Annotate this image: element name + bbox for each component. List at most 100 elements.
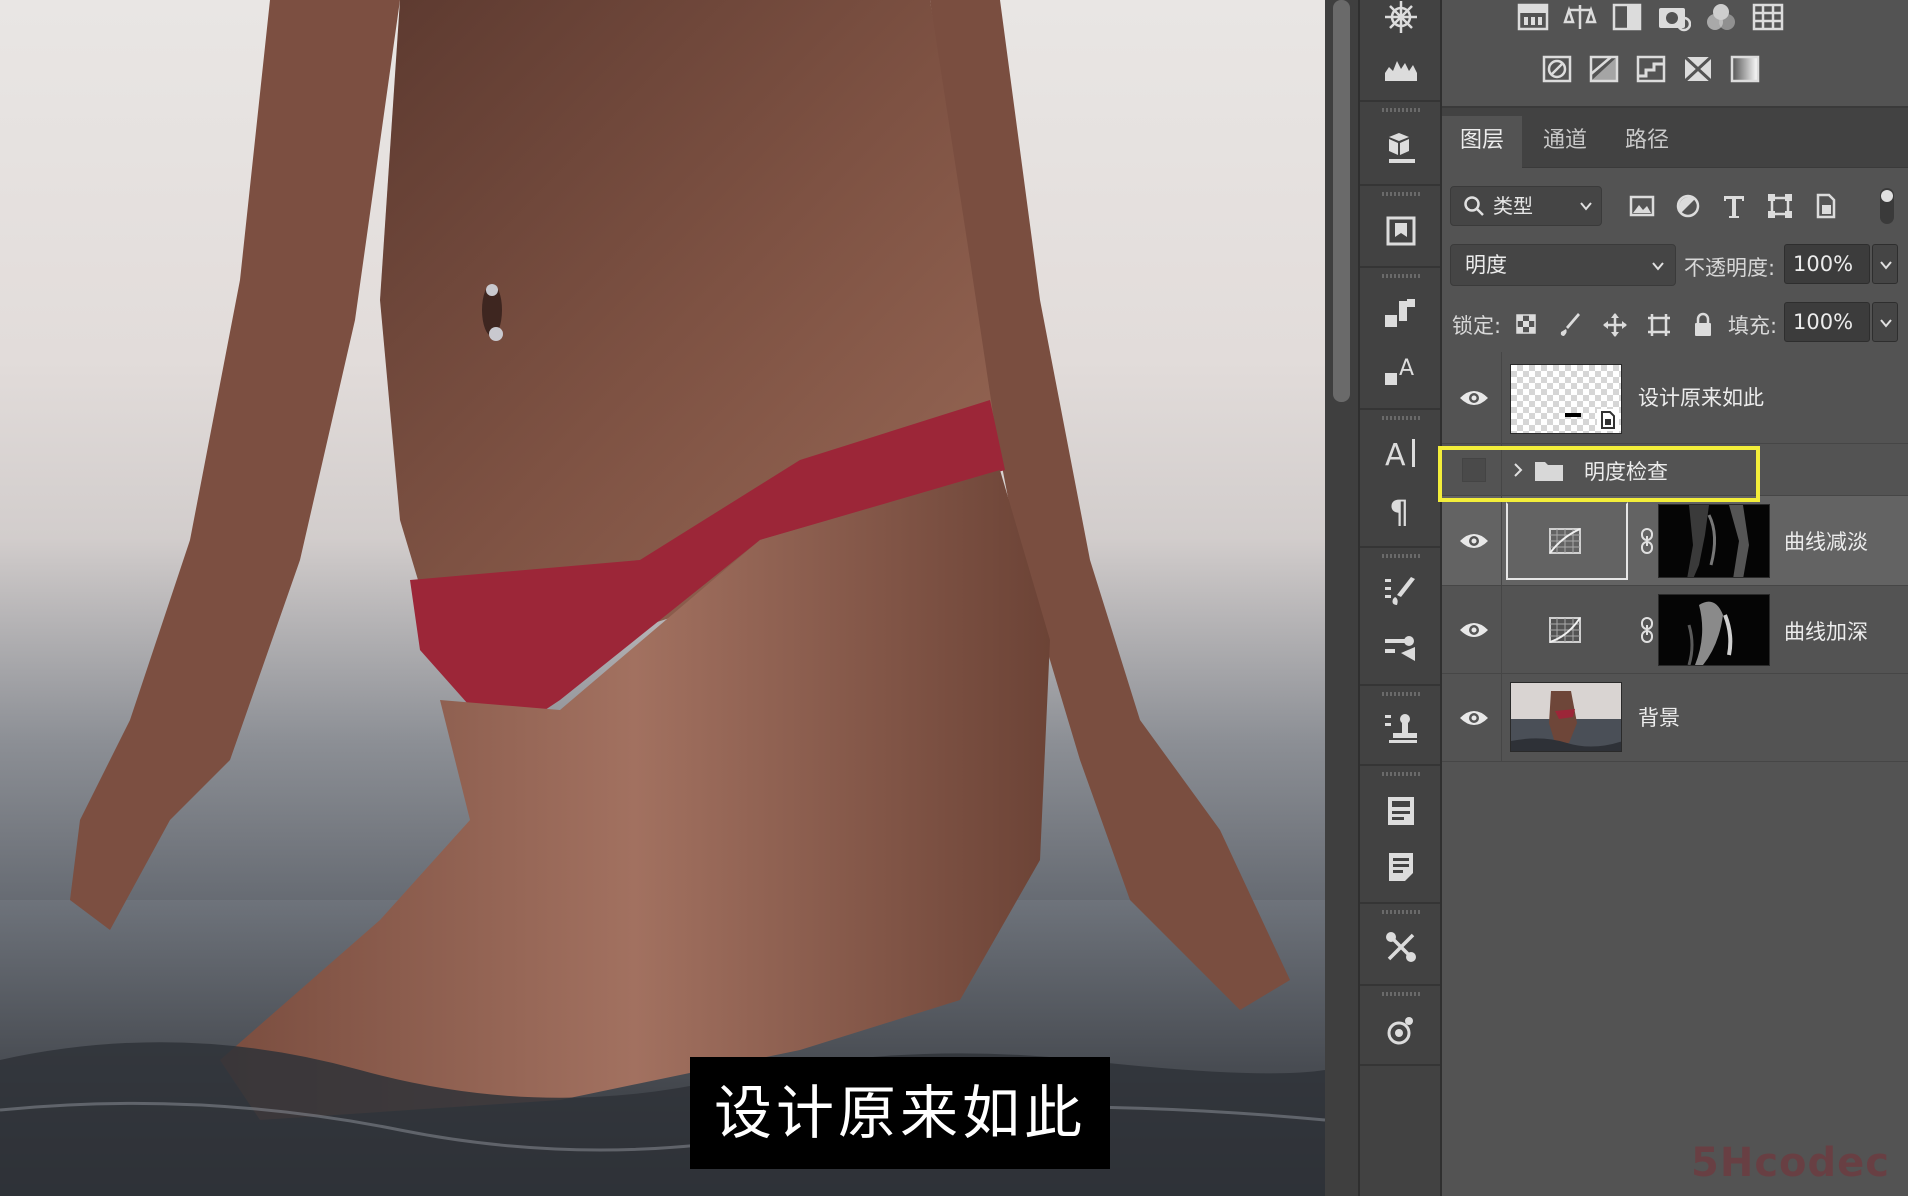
filter-adjustment-icon[interactable] [1672, 190, 1704, 222]
layer-row-smart-object[interactable]: 设计原来如此 [1442, 352, 1908, 444]
curves-adjustment-icon [1549, 528, 1581, 554]
opacity-input[interactable]: 100% [1784, 244, 1870, 284]
visibility-eye-icon[interactable] [1456, 700, 1492, 736]
layer-name[interactable]: 背景 [1638, 702, 1680, 732]
svg-text:A: A [1399, 356, 1414, 381]
character-style-icon[interactable] [1374, 290, 1428, 336]
paragraph-style-icon[interactable]: A [1374, 348, 1428, 394]
lock-artboard-icon[interactable] [1644, 310, 1674, 340]
watermark-text: 5Hcodec [1691, 1140, 1890, 1186]
adjustments-panel [1442, 0, 1908, 108]
artboard-icon[interactable] [1374, 208, 1428, 254]
filter-pixel-icon[interactable] [1626, 190, 1658, 222]
svg-text:¶: ¶ [1389, 493, 1409, 529]
filter-toggle-switch[interactable] [1880, 188, 1894, 224]
invert-icon[interactable] [1538, 52, 1576, 86]
curves-adjustment-icon [1549, 617, 1581, 643]
color-balance-icon[interactable] [1561, 0, 1599, 34]
scrollbar-thumb[interactable] [1333, 0, 1350, 402]
navigator-icon[interactable] [1374, 0, 1428, 40]
filter-smart-object-icon[interactable] [1810, 190, 1842, 222]
blend-opacity-row: 明度 不透明度: 100% [1442, 240, 1908, 290]
brushes-icon[interactable] [1374, 624, 1428, 670]
filter-kind-label: 类型 [1493, 194, 1533, 218]
document-canvas[interactable]: 设计原来如此 [0, 0, 1325, 1196]
layer-row-curves-dodge[interactable]: 曲线减淡 [1442, 496, 1908, 586]
color-lookup-icon[interactable] [1749, 0, 1787, 34]
mask-link-icon[interactable] [1640, 528, 1654, 554]
layers-list: 设计原来如此 明度检查 曲线减淡 曲线加深 背景 [1442, 352, 1908, 1196]
photo [0, 0, 1325, 1196]
visibility-eye-icon[interactable] [1456, 380, 1492, 416]
tool-presets-icon[interactable] [1374, 924, 1428, 970]
fill-slider-button[interactable] [1872, 302, 1898, 342]
tab-paths[interactable]: 路径 [1606, 116, 1688, 168]
selective-color-icon[interactable] [1679, 52, 1717, 86]
paragraph-icon[interactable]: ¶ [1374, 486, 1428, 532]
histogram-icon[interactable] [1374, 46, 1428, 92]
filter-shape-icon[interactable] [1764, 190, 1796, 222]
tab-channels[interactable]: 通道 [1524, 116, 1606, 168]
layer-name[interactable]: 明度检查 [1584, 456, 1668, 486]
layer-name[interactable]: 曲线加深 [1784, 616, 1868, 646]
filter-kind-select[interactable]: 类型 [1450, 186, 1602, 226]
mask-link-icon[interactable] [1640, 617, 1654, 643]
layer-name[interactable]: 曲线减淡 [1784, 526, 1868, 556]
chevron-down-icon [1880, 319, 1892, 328]
chevron-down-icon [1580, 202, 1592, 211]
lock-label: 锁定: [1452, 314, 1502, 338]
fill-label: 填充: [1728, 314, 1778, 338]
chevron-down-icon [1880, 261, 1892, 270]
blend-mode-select[interactable]: 明度 [1450, 244, 1676, 286]
lock-position-icon[interactable] [1600, 310, 1630, 340]
opacity-label: 不透明度: [1684, 256, 1776, 280]
visibility-toggle-hidden[interactable] [1462, 458, 1486, 482]
lock-all-icon[interactable] [1688, 310, 1718, 340]
tab-layers[interactable]: 图层 [1442, 116, 1522, 168]
layers-panel-group: 图层 通道 路径 类型 明度 不透明度: 100% 锁定: 填充: 100% 设… [1442, 0, 1908, 1196]
layer-row-background[interactable]: 背景 [1442, 674, 1908, 762]
smart-object-badge-icon [1597, 409, 1619, 431]
clone-source-icon[interactable] [1374, 704, 1428, 750]
photoshop-window: { "canvas": { "caption": "设计原来如此", "colo… [0, 0, 1908, 1196]
libraries-icon[interactable] [1374, 1008, 1428, 1054]
lock-fill-row: 锁定: 填充: 100% [1442, 298, 1908, 348]
layer-mask-thumbnail[interactable] [1658, 594, 1770, 666]
layer-name[interactable]: 设计原来如此 [1638, 382, 1764, 412]
black-white-icon[interactable] [1608, 0, 1646, 34]
navel-piercing [486, 284, 498, 296]
character-icon[interactable]: A [1374, 430, 1428, 476]
fill-input[interactable]: 100% [1784, 302, 1870, 342]
visibility-eye-icon[interactable] [1456, 612, 1492, 648]
lock-image-pixels-icon[interactable] [1556, 310, 1586, 340]
channel-mixer-icon[interactable] [1702, 0, 1740, 34]
chevron-down-icon [1652, 262, 1664, 271]
layer-mask-thumbnail[interactable] [1658, 504, 1770, 578]
panel-dock: A A ¶ [1358, 0, 1442, 1196]
filter-type-icon[interactable] [1718, 190, 1750, 222]
layer-row-curves-burn[interactable]: 曲线加深 [1442, 586, 1908, 674]
layer-filter-row: 类型 [1442, 176, 1908, 236]
layer-thumbnail [1510, 682, 1622, 752]
layer-row-group[interactable]: 明度检查 [1442, 444, 1908, 496]
notes-icon[interactable] [1374, 844, 1428, 890]
posterize-icon[interactable] [1585, 52, 1623, 86]
3d-panel-icon[interactable] [1374, 124, 1428, 170]
canvas-scrollbar[interactable] [1325, 0, 1358, 1196]
threshold-icon[interactable] [1632, 52, 1670, 86]
lock-transparent-pixels-icon[interactable] [1512, 310, 1542, 340]
left-arm [70, 0, 400, 930]
panel-tabs: 图层 通道 路径 [1442, 108, 1908, 168]
chevron-right-icon[interactable] [1512, 462, 1524, 478]
brush-settings-icon[interactable] [1374, 568, 1428, 614]
folder-icon [1535, 462, 1563, 481]
photo-filter-icon[interactable] [1655, 0, 1693, 34]
properties-icon[interactable] [1374, 788, 1428, 834]
svg-text:A: A [1385, 438, 1406, 473]
visibility-eye-icon[interactable] [1456, 523, 1492, 559]
opacity-slider-button[interactable] [1872, 244, 1898, 284]
brightness-contrast-icon[interactable] [1514, 0, 1552, 34]
blend-mode-value: 明度 [1465, 253, 1507, 277]
layer-thumbnail [1510, 364, 1622, 434]
gradient-map-icon[interactable] [1726, 52, 1764, 86]
